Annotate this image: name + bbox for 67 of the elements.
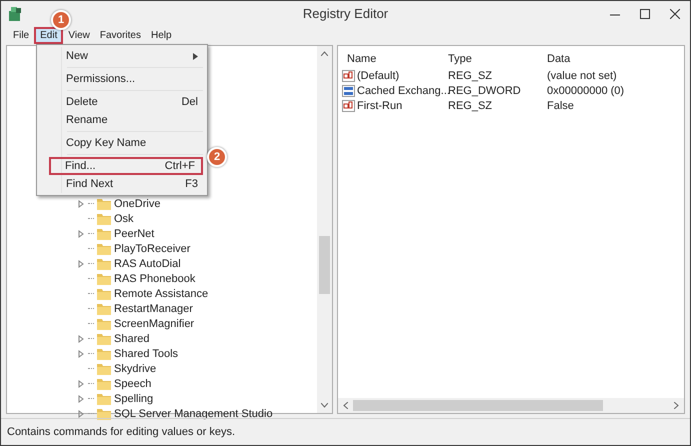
folder-icon bbox=[97, 302, 111, 314]
scrollbar-thumb[interactable] bbox=[353, 400, 603, 411]
menu-item[interactable]: File bbox=[8, 28, 34, 42]
menu-item[interactable]: Help bbox=[146, 28, 177, 42]
tree-item[interactable]: OneDrive bbox=[114, 198, 160, 210]
folder-icon bbox=[97, 198, 111, 210]
expand-arrow-icon[interactable] bbox=[77, 230, 85, 238]
value-name[interactable]: Cached Exchang... bbox=[357, 84, 450, 96]
folder-icon bbox=[97, 362, 111, 374]
string-value-icon bbox=[342, 70, 355, 82]
menu-option[interactable]: Find Next F3 bbox=[39, 175, 205, 193]
window-title: Registry Editor bbox=[302, 6, 388, 21]
folder-icon bbox=[97, 318, 111, 330]
menu-option[interactable]: Rename bbox=[39, 111, 205, 129]
expand-arrow-icon[interactable] bbox=[77, 260, 85, 268]
menu-item[interactable]: Edit bbox=[34, 26, 64, 44]
tree-item[interactable]: PeerNet bbox=[114, 228, 154, 240]
folder-icon bbox=[97, 228, 111, 240]
folder-icon bbox=[97, 272, 111, 284]
value-data: (value not set) bbox=[546, 70, 618, 82]
menu-option[interactable]: Delete Del bbox=[39, 93, 205, 111]
tree-item[interactable]: Speech bbox=[114, 378, 152, 390]
expand-arrow-icon[interactable] bbox=[77, 200, 85, 208]
tree-item[interactable]: RAS AutoDial bbox=[114, 258, 181, 270]
value-type: REG_SZ bbox=[447, 100, 494, 112]
tree-item[interactable]: ScreenMagnifier bbox=[114, 318, 194, 330]
value-name[interactable]: (Default) bbox=[357, 70, 400, 82]
tree-item[interactable]: Remote Assistance bbox=[114, 288, 208, 300]
close-icon bbox=[670, 9, 680, 19]
folder-icon bbox=[97, 258, 111, 270]
column-header[interactable]: Data bbox=[542, 53, 680, 65]
app-icon bbox=[7, 6, 23, 22]
step-badge: 1 bbox=[51, 10, 71, 30]
tree-item[interactable]: Shared Tools bbox=[114, 348, 178, 360]
tree-item[interactable]: Spelling bbox=[114, 392, 154, 404]
menu-option[interactable]: Find... Ctrl+F bbox=[49, 157, 203, 175]
tree-item[interactable]: PlayToReceiver bbox=[114, 242, 190, 254]
folder-icon bbox=[97, 332, 111, 344]
folder-icon bbox=[97, 212, 111, 224]
column-header[interactable]: Name bbox=[342, 53, 443, 65]
value-name[interactable]: First-Run bbox=[357, 100, 402, 112]
value-data: False bbox=[546, 100, 575, 112]
menu-option[interactable]: New bbox=[39, 47, 205, 65]
folder-icon bbox=[97, 408, 111, 420]
folder-icon bbox=[97, 348, 111, 360]
tree-item[interactable]: Shared bbox=[114, 332, 150, 344]
status-text: Contains commands for editing values or keys. bbox=[7, 426, 236, 438]
tree-item[interactable]: SQL Server Management Studio bbox=[114, 408, 273, 420]
value-type: REG_SZ bbox=[447, 70, 494, 82]
tree-item[interactable]: Skydrive bbox=[114, 362, 156, 374]
column-header[interactable]: Type bbox=[443, 53, 542, 65]
folder-icon bbox=[97, 288, 111, 300]
maximize-icon bbox=[640, 9, 650, 19]
string-value-icon bbox=[342, 100, 355, 112]
folder-icon bbox=[97, 242, 111, 254]
menu-option[interactable]: Copy Key Name bbox=[39, 134, 205, 152]
menu-item[interactable]: Favorites bbox=[94, 28, 146, 42]
value-data: 0x00000000 (0) bbox=[546, 84, 626, 96]
binary-value-icon bbox=[342, 84, 355, 96]
folder-icon bbox=[97, 392, 111, 404]
scrollbar-thumb[interactable] bbox=[319, 236, 330, 294]
tree-item[interactable]: RAS Phonebook bbox=[114, 272, 196, 284]
menu-item[interactable]: View bbox=[63, 28, 95, 42]
folder-icon bbox=[97, 378, 111, 390]
tree-item[interactable]: Osk bbox=[114, 212, 134, 224]
menu-option[interactable]: Permissions... bbox=[39, 70, 205, 88]
tree-item[interactable]: RestartManager bbox=[114, 302, 193, 314]
